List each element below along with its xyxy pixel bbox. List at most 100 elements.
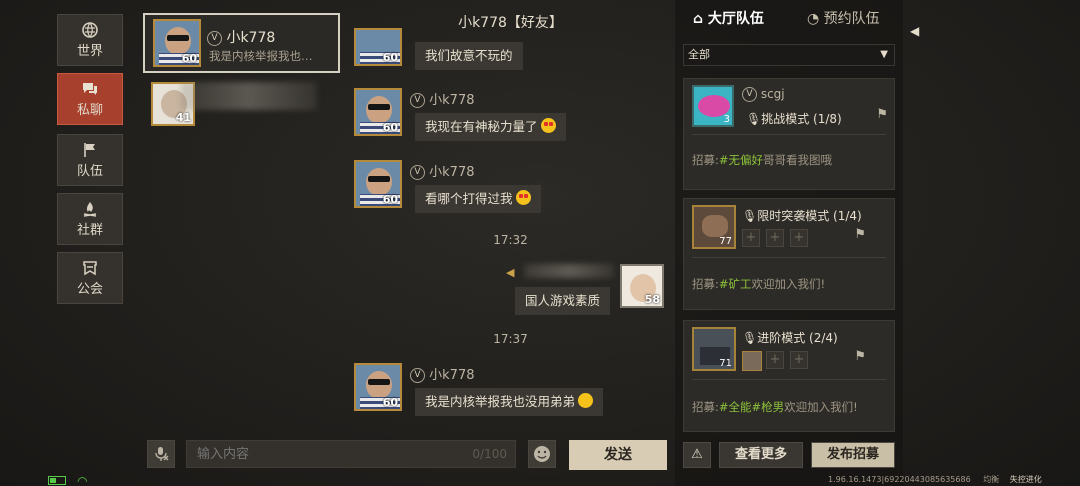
recruit-prefix: 招募: [692, 153, 719, 167]
vip-badge-icon: V [410, 165, 425, 180]
report-button[interactable]: ⚠ [683, 442, 711, 468]
tab-lobby-teams[interactable]: ⌂ 大厅队伍 [693, 4, 764, 34]
message-input-field[interactable] [187, 441, 515, 467]
message-text: 我是内核举报我也没用弟弟 [425, 394, 576, 409]
post-recruit-button[interactable]: 发布招募 [811, 442, 895, 468]
message-text: 我现在有神秘力量了 [425, 119, 538, 134]
mode-text: 挑战模式 (1/8) [761, 112, 842, 126]
empty-slot-plus-icon[interactable]: + [790, 351, 808, 369]
team-card[interactable]: 71 🎙进阶模式 (2/4) + + ⚑ 招募:#全能#枪男欢迎加入我们! [683, 320, 895, 432]
recruit-tag: #无偏好 [718, 153, 764, 167]
chat-bubbles-icon [82, 81, 98, 97]
level-badge: 77 [719, 236, 732, 247]
mode-text: 进阶模式 (2/4) [757, 331, 838, 345]
recruit-text: 招募:#全能#枪男欢迎加入我们! [692, 399, 858, 415]
recruit-message: 哥哥看我图哦 [763, 153, 833, 167]
empty-slot-plus-icon[interactable]: + [766, 351, 784, 369]
recruit-prefix: 招募: [692, 400, 719, 414]
nav-guild[interactable]: 公会 [57, 252, 123, 304]
mic-icon: 🎙 [742, 209, 758, 223]
level-badge: 60 [382, 396, 398, 409]
emoji-button[interactable] [528, 440, 556, 468]
recruit-text: 招募:#无偏好哥哥看我图哦 [692, 152, 832, 168]
sender-name: V 小k778 [410, 161, 474, 180]
sender-avatar: 60 [354, 88, 402, 136]
empty-slot-plus-icon[interactable]: + [790, 229, 808, 247]
conversation-preview: 我是内核举报我也… [209, 49, 313, 63]
message-bubble: 看哪个打得过我 [415, 185, 541, 213]
team-mode: 🎙挑战模式 (1/8) [746, 110, 842, 127]
sender-name: V 小k778 [410, 364, 474, 383]
timestamp: 17:32 [493, 233, 528, 247]
sender-name-text: 小k778 [429, 93, 475, 108]
nav-world[interactable]: 世界 [57, 14, 123, 66]
message-input[interactable]: 0/100 [186, 440, 516, 468]
level-badge: 60 [382, 193, 398, 206]
level-badge: 41 [175, 111, 191, 124]
vip-badge-icon: V [742, 87, 757, 102]
team-leader-name: V scgj [742, 87, 785, 102]
nav-private-chat-label: 私聊 [76, 102, 103, 118]
chat-thread: 小k778【好友】 60 我们故意不玩的 60 V 小k778 我现在有神秘力量… [348, 0, 673, 486]
team-leader-avatar: 71 [692, 327, 736, 371]
star-eyes-emoji-icon [515, 190, 531, 205]
team-card[interactable]: 77 🎙限时突袭模式 (1/4) + + + ⚑ 招募:#矿工欢迎加入我们! [683, 198, 895, 310]
send-button[interactable]: 发送 [569, 440, 667, 470]
speaker-icon: ◀ [506, 266, 515, 279]
level-badge: 60 [382, 121, 398, 134]
sender-avatar: 60 [354, 363, 402, 411]
nav-community[interactable]: 社群 [57, 193, 123, 245]
see-more-button[interactable]: 查看更多 [719, 442, 803, 468]
level-badge: 58 [644, 293, 660, 306]
nav-guild-label: 公会 [76, 281, 103, 297]
tab-label: 大厅队伍 [707, 11, 764, 27]
message-input-bar: 0/100 发送 [137, 430, 673, 486]
join-flag-icon[interactable]: ⚑ [876, 107, 888, 122]
team-filter-dropdown[interactable]: 全部 ▼ [683, 44, 895, 66]
tab-reserved-teams[interactable]: ◔ 预约队伍 [807, 4, 880, 34]
team-leader-avatar: 3 [692, 85, 734, 127]
battery-icon [48, 476, 66, 485]
nav-private-chat[interactable]: 私聊 [57, 73, 123, 125]
message-bubble: 我是内核举报我也没用弟弟 [415, 388, 604, 416]
voice-toggle-button[interactable] [147, 440, 175, 468]
blurred-name [524, 264, 614, 278]
vip-badge-icon: V [410, 93, 425, 108]
conversation-item[interactable]: 60 V 小k778 我是内核举报我也… [143, 13, 340, 73]
star-eyes-emoji-icon [540, 118, 556, 133]
version-info: 1.96.16.1473|69220443085635686 均衡 失控进化 [828, 474, 1042, 485]
sender-name-text: 小k778 [429, 368, 475, 383]
collapse-panel-icon[interactable]: ◀ [910, 24, 924, 44]
recruit-text: 招募:#矿工欢迎加入我们! [692, 276, 825, 292]
version-text: 1.96.16.1473|69220443085635686 [828, 475, 971, 484]
home-icon: ⌂ [693, 11, 704, 27]
banner-icon [82, 260, 98, 276]
level-badge: 60 [181, 52, 197, 65]
join-flag-icon[interactable]: ⚑ [854, 227, 866, 242]
conversation-item[interactable]: 41 [143, 78, 340, 138]
sender-name-text: 小k778 [429, 165, 475, 180]
empty-slot-plus-icon[interactable]: + [742, 229, 760, 247]
empty-slot-plus-icon[interactable]: + [766, 229, 784, 247]
mic-icon: 🎙 [746, 112, 762, 126]
message-bubble: 我们故意不玩的 [415, 42, 523, 70]
sender-avatar: 60 [354, 160, 402, 208]
brand-logo: 失控进化 [1009, 475, 1042, 484]
team-card[interactable]: 3 V scgj 🎙挑战模式 (1/8) ⚑ 招募:#无偏好哥哥看我图哦 [683, 78, 895, 190]
nav-team[interactable]: 队伍 [57, 134, 123, 186]
vip-badge-icon: V [410, 368, 425, 383]
level-badge: 71 [719, 358, 732, 369]
smirk-emoji-icon [578, 393, 594, 408]
sender-avatar: 60 [354, 28, 402, 66]
message-text: 看哪个打得过我 [425, 191, 513, 206]
nav-team-label: 队伍 [76, 163, 103, 179]
nav-world-label: 世界 [76, 43, 103, 59]
my-avatar: 58 [620, 264, 664, 308]
campfire-icon [82, 201, 98, 217]
globe-icon [82, 21, 98, 38]
recruit-tag: #矿工 [718, 277, 752, 291]
wifi-icon: ◠ [77, 474, 88, 486]
char-counter: 0/100 [472, 447, 507, 461]
join-flag-icon[interactable]: ⚑ [854, 349, 866, 364]
avatar: 60 [153, 19, 201, 67]
